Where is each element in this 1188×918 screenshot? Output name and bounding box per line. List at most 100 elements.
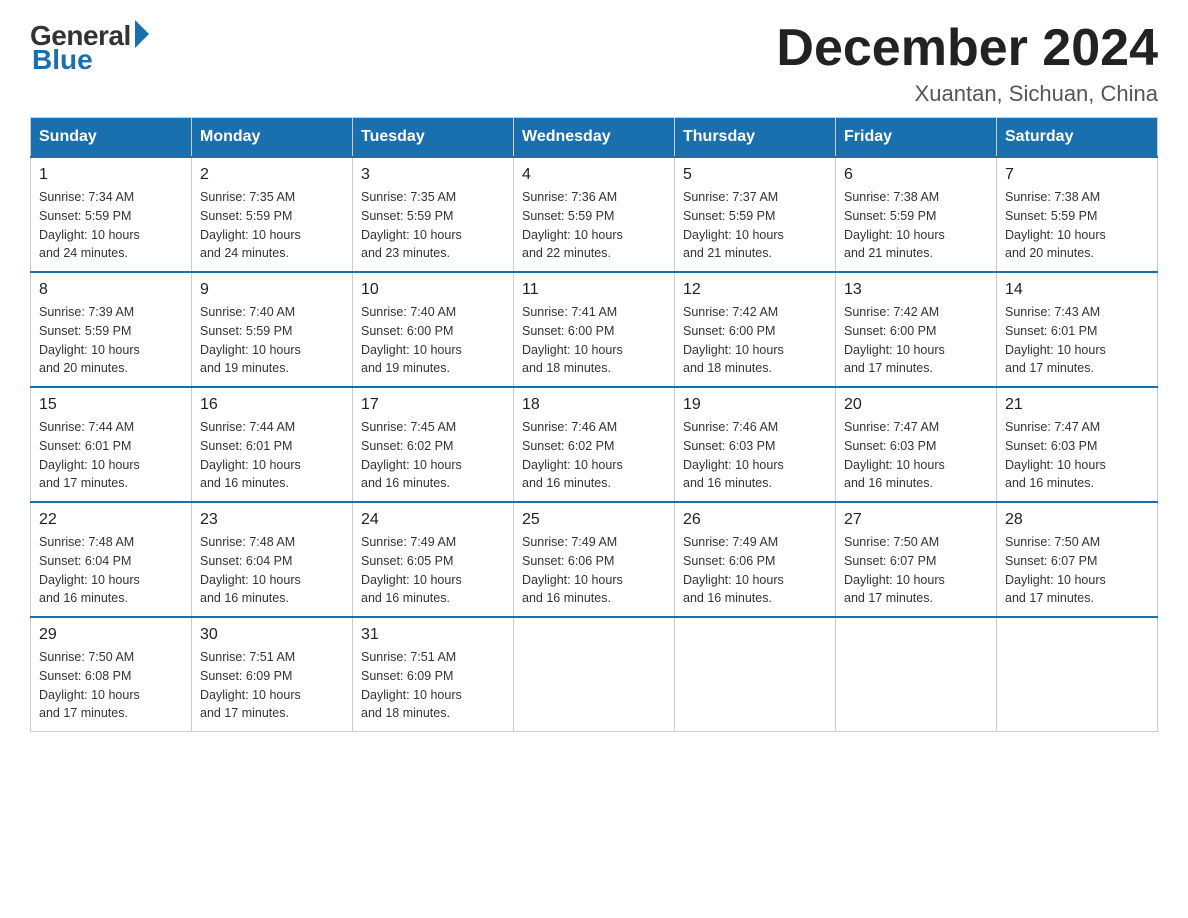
day-info: Sunrise: 7:43 AM Sunset: 6:01 PM Dayligh…	[1005, 303, 1149, 378]
day-header-thursday: Thursday	[675, 118, 836, 158]
calendar-week-row: 29 Sunrise: 7:50 AM Sunset: 6:08 PM Dayl…	[31, 617, 1158, 732]
calendar-cell: 9 Sunrise: 7:40 AM Sunset: 5:59 PM Dayli…	[192, 272, 353, 387]
day-info: Sunrise: 7:46 AM Sunset: 6:03 PM Dayligh…	[683, 418, 827, 493]
calendar-cell: 12 Sunrise: 7:42 AM Sunset: 6:00 PM Dayl…	[675, 272, 836, 387]
day-number: 25	[522, 511, 666, 529]
day-info: Sunrise: 7:46 AM Sunset: 6:02 PM Dayligh…	[522, 418, 666, 493]
day-number: 16	[200, 396, 344, 414]
calendar-cell: 11 Sunrise: 7:41 AM Sunset: 6:00 PM Dayl…	[514, 272, 675, 387]
day-number: 19	[683, 396, 827, 414]
calendar-header-row: SundayMondayTuesdayWednesdayThursdayFrid…	[31, 118, 1158, 158]
day-number: 3	[361, 166, 505, 184]
calendar-cell: 17 Sunrise: 7:45 AM Sunset: 6:02 PM Dayl…	[353, 387, 514, 502]
day-header-tuesday: Tuesday	[353, 118, 514, 158]
day-number: 22	[39, 511, 183, 529]
calendar-cell: 28 Sunrise: 7:50 AM Sunset: 6:07 PM Dayl…	[997, 502, 1158, 617]
calendar-cell: 13 Sunrise: 7:42 AM Sunset: 6:00 PM Dayl…	[836, 272, 997, 387]
location-text: Xuantan, Sichuan, China	[776, 81, 1158, 107]
calendar-cell: 4 Sunrise: 7:36 AM Sunset: 5:59 PM Dayli…	[514, 157, 675, 272]
logo: General Blue	[30, 20, 149, 76]
calendar-cell: 26 Sunrise: 7:49 AM Sunset: 6:06 PM Dayl…	[675, 502, 836, 617]
day-info: Sunrise: 7:39 AM Sunset: 5:59 PM Dayligh…	[39, 303, 183, 378]
day-info: Sunrise: 7:47 AM Sunset: 6:03 PM Dayligh…	[844, 418, 988, 493]
calendar-cell: 7 Sunrise: 7:38 AM Sunset: 5:59 PM Dayli…	[997, 157, 1158, 272]
day-header-wednesday: Wednesday	[514, 118, 675, 158]
calendar-cell: 10 Sunrise: 7:40 AM Sunset: 6:00 PM Dayl…	[353, 272, 514, 387]
calendar-cell: 30 Sunrise: 7:51 AM Sunset: 6:09 PM Dayl…	[192, 617, 353, 732]
calendar-cell: 29 Sunrise: 7:50 AM Sunset: 6:08 PM Dayl…	[31, 617, 192, 732]
calendar-table: SundayMondayTuesdayWednesdayThursdayFrid…	[30, 117, 1158, 732]
day-info: Sunrise: 7:50 AM Sunset: 6:07 PM Dayligh…	[844, 533, 988, 608]
day-info: Sunrise: 7:49 AM Sunset: 6:05 PM Dayligh…	[361, 533, 505, 608]
day-info: Sunrise: 7:48 AM Sunset: 6:04 PM Dayligh…	[200, 533, 344, 608]
day-header-friday: Friday	[836, 118, 997, 158]
day-number: 10	[361, 281, 505, 299]
month-title: December 2024	[776, 20, 1158, 77]
day-number: 7	[1005, 166, 1149, 184]
day-number: 4	[522, 166, 666, 184]
day-info: Sunrise: 7:41 AM Sunset: 6:00 PM Dayligh…	[522, 303, 666, 378]
day-info: Sunrise: 7:48 AM Sunset: 6:04 PM Dayligh…	[39, 533, 183, 608]
calendar-cell: 18 Sunrise: 7:46 AM Sunset: 6:02 PM Dayl…	[514, 387, 675, 502]
day-header-sunday: Sunday	[31, 118, 192, 158]
day-number: 21	[1005, 396, 1149, 414]
calendar-cell	[675, 617, 836, 732]
calendar-week-row: 22 Sunrise: 7:48 AM Sunset: 6:04 PM Dayl…	[31, 502, 1158, 617]
calendar-cell: 5 Sunrise: 7:37 AM Sunset: 5:59 PM Dayli…	[675, 157, 836, 272]
calendar-cell: 16 Sunrise: 7:44 AM Sunset: 6:01 PM Dayl…	[192, 387, 353, 502]
day-info: Sunrise: 7:49 AM Sunset: 6:06 PM Dayligh…	[683, 533, 827, 608]
day-info: Sunrise: 7:49 AM Sunset: 6:06 PM Dayligh…	[522, 533, 666, 608]
day-info: Sunrise: 7:35 AM Sunset: 5:59 PM Dayligh…	[200, 188, 344, 263]
calendar-week-row: 15 Sunrise: 7:44 AM Sunset: 6:01 PM Dayl…	[31, 387, 1158, 502]
calendar-cell: 14 Sunrise: 7:43 AM Sunset: 6:01 PM Dayl…	[997, 272, 1158, 387]
calendar-cell: 19 Sunrise: 7:46 AM Sunset: 6:03 PM Dayl…	[675, 387, 836, 502]
day-number: 31	[361, 626, 505, 644]
calendar-cell: 2 Sunrise: 7:35 AM Sunset: 5:59 PM Dayli…	[192, 157, 353, 272]
calendar-cell: 21 Sunrise: 7:47 AM Sunset: 6:03 PM Dayl…	[997, 387, 1158, 502]
calendar-cell: 27 Sunrise: 7:50 AM Sunset: 6:07 PM Dayl…	[836, 502, 997, 617]
day-number: 23	[200, 511, 344, 529]
day-info: Sunrise: 7:44 AM Sunset: 6:01 PM Dayligh…	[200, 418, 344, 493]
day-number: 6	[844, 166, 988, 184]
day-number: 18	[522, 396, 666, 414]
day-number: 11	[522, 281, 666, 299]
calendar-cell: 23 Sunrise: 7:48 AM Sunset: 6:04 PM Dayl…	[192, 502, 353, 617]
page-header: General Blue December 2024 Xuantan, Sich…	[30, 20, 1158, 107]
day-info: Sunrise: 7:36 AM Sunset: 5:59 PM Dayligh…	[522, 188, 666, 263]
day-info: Sunrise: 7:42 AM Sunset: 6:00 PM Dayligh…	[683, 303, 827, 378]
day-number: 15	[39, 396, 183, 414]
calendar-cell: 8 Sunrise: 7:39 AM Sunset: 5:59 PM Dayli…	[31, 272, 192, 387]
day-number: 29	[39, 626, 183, 644]
day-info: Sunrise: 7:38 AM Sunset: 5:59 PM Dayligh…	[1005, 188, 1149, 263]
calendar-cell: 6 Sunrise: 7:38 AM Sunset: 5:59 PM Dayli…	[836, 157, 997, 272]
day-header-monday: Monday	[192, 118, 353, 158]
day-info: Sunrise: 7:42 AM Sunset: 6:00 PM Dayligh…	[844, 303, 988, 378]
calendar-cell: 20 Sunrise: 7:47 AM Sunset: 6:03 PM Dayl…	[836, 387, 997, 502]
day-number: 28	[1005, 511, 1149, 529]
day-number: 9	[200, 281, 344, 299]
logo-blue-text: Blue	[32, 44, 93, 76]
day-number: 27	[844, 511, 988, 529]
day-info: Sunrise: 7:38 AM Sunset: 5:59 PM Dayligh…	[844, 188, 988, 263]
day-number: 24	[361, 511, 505, 529]
day-info: Sunrise: 7:44 AM Sunset: 6:01 PM Dayligh…	[39, 418, 183, 493]
title-area: December 2024 Xuantan, Sichuan, China	[776, 20, 1158, 107]
day-number: 8	[39, 281, 183, 299]
day-info: Sunrise: 7:34 AM Sunset: 5:59 PM Dayligh…	[39, 188, 183, 263]
calendar-cell: 31 Sunrise: 7:51 AM Sunset: 6:09 PM Dayl…	[353, 617, 514, 732]
day-info: Sunrise: 7:40 AM Sunset: 6:00 PM Dayligh…	[361, 303, 505, 378]
calendar-cell: 24 Sunrise: 7:49 AM Sunset: 6:05 PM Dayl…	[353, 502, 514, 617]
calendar-cell: 22 Sunrise: 7:48 AM Sunset: 6:04 PM Dayl…	[31, 502, 192, 617]
day-info: Sunrise: 7:45 AM Sunset: 6:02 PM Dayligh…	[361, 418, 505, 493]
calendar-cell: 1 Sunrise: 7:34 AM Sunset: 5:59 PM Dayli…	[31, 157, 192, 272]
day-info: Sunrise: 7:40 AM Sunset: 5:59 PM Dayligh…	[200, 303, 344, 378]
calendar-week-row: 1 Sunrise: 7:34 AM Sunset: 5:59 PM Dayli…	[31, 157, 1158, 272]
calendar-cell: 15 Sunrise: 7:44 AM Sunset: 6:01 PM Dayl…	[31, 387, 192, 502]
day-number: 2	[200, 166, 344, 184]
day-info: Sunrise: 7:37 AM Sunset: 5:59 PM Dayligh…	[683, 188, 827, 263]
day-number: 14	[1005, 281, 1149, 299]
day-number: 30	[200, 626, 344, 644]
logo-triangle-icon	[135, 20, 149, 48]
day-info: Sunrise: 7:51 AM Sunset: 6:09 PM Dayligh…	[361, 648, 505, 723]
day-info: Sunrise: 7:50 AM Sunset: 6:07 PM Dayligh…	[1005, 533, 1149, 608]
